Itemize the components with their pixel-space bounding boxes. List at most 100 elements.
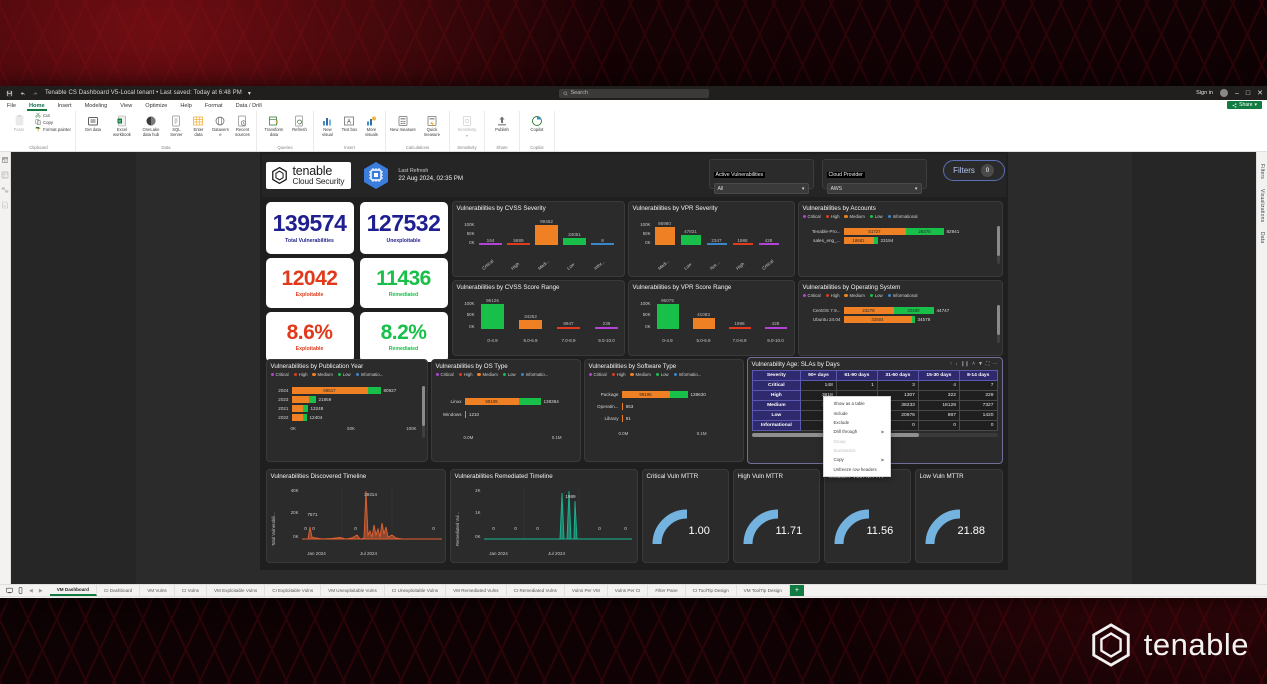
- page-tab-ci-vulns[interactable]: CI Vulns: [175, 585, 207, 596]
- ribbon-get-data-button[interactable]: Get data: [80, 112, 106, 133]
- add-page-button[interactable]: +: [789, 585, 804, 596]
- redo-icon[interactable]: [32, 90, 39, 97]
- bar-vpr-7-89[interactable]: [728, 327, 751, 329]
- col-15-30-days[interactable]: 15-30 days: [917, 370, 960, 381]
- swtype-row-2[interactable]: Operatin... 853: [589, 402, 739, 411]
- menu-item-data-drill[interactable]: Data / Drill: [235, 103, 263, 109]
- bar-cvss-5-69[interactable]: [518, 320, 542, 329]
- kpi-card-remediated-count[interactable]: 11436 Remediated: [359, 258, 448, 308]
- refresh-hex-button[interactable]: [363, 161, 389, 190]
- chart-vulnerabilities-by-vpr-severity[interactable]: Vulnerabilities by VPR Severity 100K 50K…: [627, 201, 795, 277]
- ribbon-quick-measure-button[interactable]: Quick measure: [419, 112, 445, 137]
- context-menu-item-show-as-a-table[interactable]: Show as a table: [824, 399, 890, 408]
- desktop-layout-icon[interactable]: [6, 587, 13, 594]
- page-tab-ci-remediated-vulns[interactable]: CI Remediated Vulns: [507, 585, 565, 596]
- search-box[interactable]: Search: [558, 88, 709, 98]
- ribbon-cut-button[interactable]: Cut: [35, 112, 71, 118]
- maximize-button[interactable]: □: [1246, 90, 1250, 97]
- bar-vpr-not-rated[interactable]: [706, 243, 727, 245]
- ribbon-refresh-button[interactable]: Refresh: [290, 112, 309, 133]
- bar-vpr-low[interactable]: [680, 235, 701, 245]
- page-tab-ci-tooltip-design[interactable]: CI ToolTip Design: [686, 585, 737, 596]
- col-severity[interactable]: Severity: [751, 370, 802, 381]
- card-low-vuln-mttr[interactable]: Low Vuln MTTR 21.88: [914, 469, 1003, 563]
- col-61-90-days[interactable]: 61-90 days: [835, 370, 878, 381]
- minimize-button[interactable]: –: [1235, 90, 1239, 97]
- pane-tab-data[interactable]: Data: [1259, 228, 1265, 247]
- kpi-card-exploitable-percent[interactable]: 8.6% Exploitable: [265, 312, 354, 362]
- ribbon-format-painter-button[interactable]: Format painter: [35, 126, 71, 132]
- bar-informational[interactable]: [590, 243, 614, 245]
- menu-item-optimize[interactable]: Optimize: [144, 103, 168, 109]
- menu-item-modeling[interactable]: Modeling: [84, 103, 109, 109]
- ribbon-enter-data-button[interactable]: Enter data: [189, 112, 208, 137]
- ribbon-sql-server-button[interactable]: SQL Server: [167, 112, 186, 137]
- page-tab-ci-exploitable-vulns[interactable]: CI Exploitable Vulns: [265, 585, 322, 596]
- ribbon-onelake-button[interactable]: OneLake data hub: [138, 112, 164, 137]
- bar-cvss-7-89[interactable]: [556, 326, 580, 329]
- col-31-60-days[interactable]: 31-60 days: [876, 370, 919, 381]
- close-button[interactable]: ✕: [1257, 90, 1263, 97]
- ribbon-recent-sources-button[interactable]: Recent sources: [233, 112, 252, 137]
- share-button[interactable]: Share ▾: [1227, 101, 1262, 109]
- chart-vulnerabilities-by-accounts[interactable]: Vulnerabilities by Accounts Critical Hig…: [797, 201, 1003, 277]
- filters-button[interactable]: Filters 0: [942, 160, 1005, 181]
- swtype-row-3[interactable]: Library 91: [589, 414, 739, 423]
- context-menu-item-unfreeze-row-headers[interactable]: Unfreeze row headers: [824, 465, 890, 474]
- ribbon-dataverse-button[interactable]: Dataverse: [211, 112, 230, 137]
- chart-vulnerabilities-by-cvss-severity[interactable]: Vulnerabilities by CVSS Severity 100K 50…: [451, 201, 625, 277]
- table-row[interactable]: Critical 148 1 3 4 7: [751, 380, 998, 391]
- bar-critical[interactable]: [478, 243, 502, 245]
- page-tab-vulns-per-vm[interactable]: Vulns Per VM: [565, 585, 608, 596]
- page-tabs-prev-button[interactable]: ◀: [28, 588, 34, 594]
- filter-icon[interactable]: ▼: [978, 361, 983, 367]
- context-menu-item-drill-through[interactable]: Drill through ▶: [824, 427, 890, 436]
- save-icon[interactable]: [6, 90, 13, 97]
- os-vertical-scrollbar[interactable]: [996, 305, 1000, 343]
- drill-up-icon[interactable]: ˄: [972, 361, 975, 367]
- page-tab-filter-pane[interactable]: Filter Pane: [648, 585, 686, 596]
- kpi-card-exploitable-count[interactable]: 12042 Exploitable: [265, 258, 354, 308]
- year-row-1[interactable]: 2024 68517 80927: [271, 386, 423, 395]
- pause-icon[interactable]: ❙❙: [961, 361, 969, 367]
- swtype-row-1[interactable]: Package 99195 138630: [589, 390, 739, 399]
- page-tab-ci-dashboard[interactable]: CI Dashboard: [97, 585, 141, 596]
- model-view-icon[interactable]: [1, 186, 9, 194]
- col-90-days[interactable]: 90+ days: [800, 370, 837, 381]
- year-row-3[interactable]: 2021 13248: [271, 404, 423, 413]
- page-tab-vm-unexploitable-vulns[interactable]: VM Unexploitable Vulns: [321, 585, 385, 596]
- chart-vulnerabilities-discovered-timeline[interactable]: Vulnerabilities Discovered Timeline Tota…: [265, 469, 446, 563]
- pane-tab-filters[interactable]: Filters: [1259, 160, 1265, 183]
- bar-vpr-5-69[interactable]: [692, 318, 715, 329]
- slicer-cloud-provider[interactable]: Cloud Provider AWS ▾: [821, 159, 927, 194]
- card-medium-vuln-mttr[interactable]: Medium Vuln MTTR 11.56: [823, 469, 911, 563]
- page-tab-vm-tooltip-design[interactable]: VM ToolTip Design: [737, 585, 790, 596]
- undo-icon[interactable]: [19, 90, 26, 97]
- bar-vpr-0-49[interactable]: [656, 304, 679, 329]
- sort-descending-icon[interactable]: ↓: [955, 361, 958, 367]
- kpi-card-remediated-percent[interactable]: 8.2% Remediated: [359, 312, 448, 362]
- slicer-active-vulnerabilities[interactable]: Active Vulnerabilities All ▾: [708, 159, 814, 194]
- context-menu-item-include[interactable]: Include: [824, 408, 890, 417]
- menu-item-insert[interactable]: Insert: [57, 103, 73, 109]
- menu-item-format[interactable]: Format: [204, 103, 224, 109]
- ribbon-new-visual-button[interactable]: New visual: [318, 112, 337, 137]
- bar-vpr-critical[interactable]: [758, 243, 779, 245]
- card-critical-vuln-mttr[interactable]: Critical Vuln MTTR 1.00: [641, 469, 729, 563]
- menu-item-home[interactable]: Home: [27, 103, 47, 111]
- menu-item-help[interactable]: Help: [179, 103, 193, 109]
- more-options-icon[interactable]: ⋯: [993, 361, 998, 367]
- chart-vulnerabilities-by-vpr-score-range[interactable]: Vulnerabilities by VPR Score Range 100K …: [627, 280, 795, 356]
- context-menu[interactable]: Show as a table Include Exclude Drill th…: [822, 396, 891, 477]
- menu-item-view[interactable]: View: [119, 103, 133, 109]
- signin-label[interactable]: Sign in: [1196, 90, 1213, 96]
- year-row-2[interactable]: 2023 21859: [271, 395, 423, 404]
- page-tab-vm-exploitable-vulns[interactable]: VM Exploitable Vulns: [207, 585, 266, 596]
- chart-vulnerabilities-by-os-type[interactable]: Vulnerabilities by OS Type Critical High…: [430, 359, 581, 462]
- bar-vpr-9-10[interactable]: [764, 327, 787, 329]
- chart-vulnerabilities-by-operating-system[interactable]: Vulnerabilities by Operating System Crit…: [797, 280, 1003, 356]
- page-tab-vulns-per-ci[interactable]: Vulns Per CI: [608, 585, 649, 596]
- bar-vpr-medium[interactable]: [654, 227, 675, 245]
- col-8-14-days[interactable]: 8-14 days: [958, 370, 998, 381]
- avatar[interactable]: [1219, 89, 1228, 97]
